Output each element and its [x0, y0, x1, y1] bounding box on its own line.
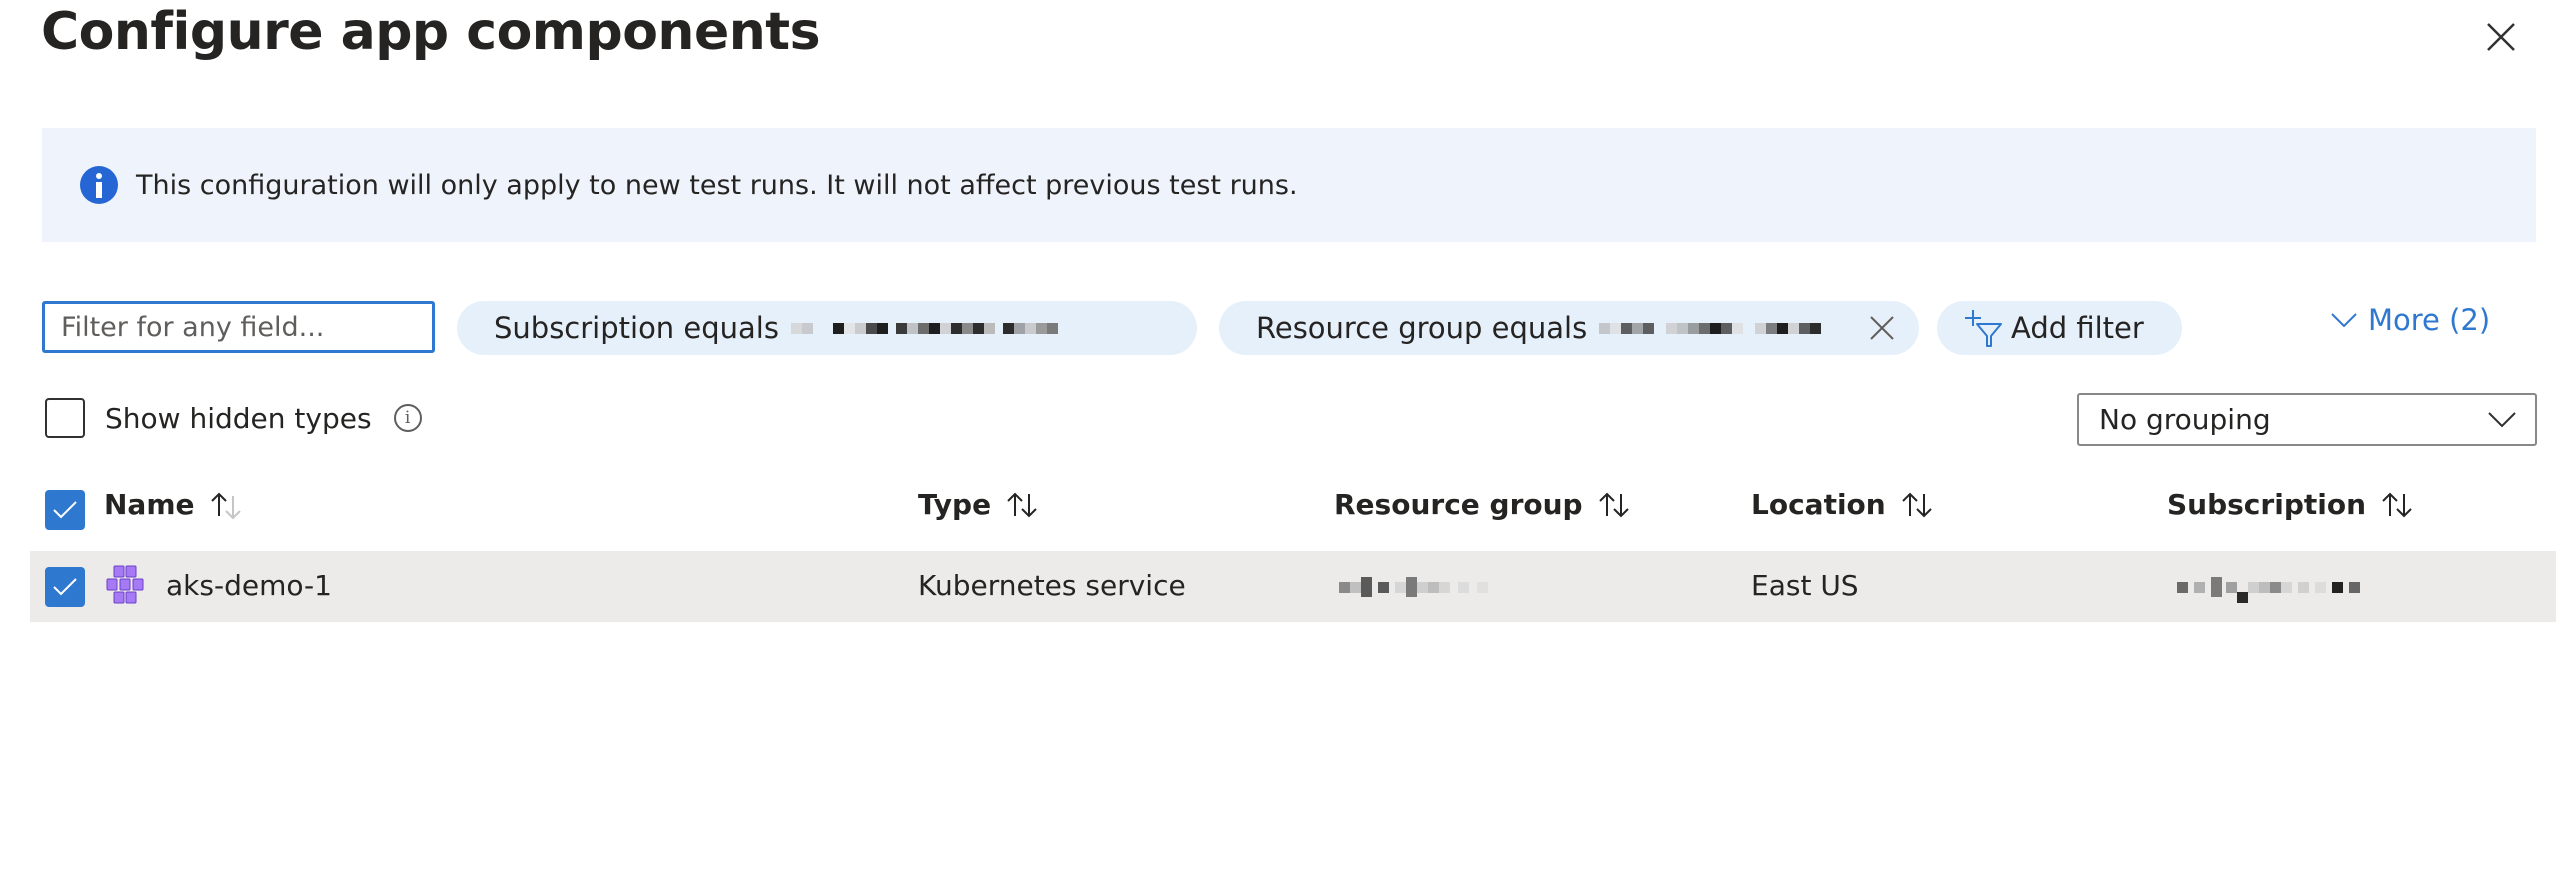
cell-resource-group-redacted — [1339, 577, 1488, 597]
info-circle-icon[interactable]: i — [393, 404, 422, 432]
more-filters-button[interactable]: More (2) — [2330, 303, 2490, 337]
select-all-checkbox[interactable] — [45, 490, 85, 530]
sort-ascending-icon — [209, 490, 245, 520]
row-checkbox[interactable] — [45, 567, 85, 607]
chevron-down-icon — [2488, 411, 2516, 427]
add-filter-button[interactable]: Add filter — [1937, 301, 2182, 355]
add-filter-label: Add filter — [2011, 311, 2144, 345]
column-header-location[interactable]: Location — [1751, 488, 1936, 521]
add-filter-icon — [1965, 310, 2002, 347]
show-hidden-types-label: Show hidden types — [105, 401, 372, 435]
column-header-label: Name — [104, 488, 195, 521]
column-header-type[interactable]: Type — [918, 488, 1041, 521]
kubernetes-service-icon — [106, 565, 144, 604]
sort-icon — [1597, 490, 1633, 520]
column-header-name[interactable]: Name — [104, 488, 245, 521]
column-header-label: Location — [1751, 488, 1886, 521]
close-icon — [2487, 23, 2515, 51]
show-hidden-types-option: Show hidden types i — [45, 398, 422, 438]
info-icon — [80, 166, 118, 204]
column-header-label: Subscription — [2167, 488, 2367, 521]
info-banner: This configuration will only apply to ne… — [42, 128, 2536, 242]
close-button[interactable] — [2484, 20, 2518, 54]
show-hidden-types-checkbox[interactable] — [45, 398, 85, 438]
sort-icon — [1900, 490, 1936, 520]
grouping-dropdown-value: No grouping — [2099, 403, 2271, 436]
cell-type: Kubernetes service — [918, 569, 1186, 602]
table-row[interactable]: aks-demo-1 Kubernetes service East US — [30, 551, 2556, 622]
dialog-title: Configure app components — [41, 2, 821, 62]
column-header-label: Type — [918, 488, 992, 521]
redacted-value — [790, 318, 1058, 338]
sort-icon — [1005, 490, 1041, 520]
filter-pill-subscription[interactable]: Subscription equals — [457, 301, 1197, 355]
checkmark-icon — [53, 578, 77, 596]
sort-icon — [2380, 490, 2416, 520]
more-filters-label: More (2) — [2368, 303, 2491, 337]
close-icon — [1870, 316, 1894, 340]
filter-pill-label: Resource group equals — [1256, 311, 1588, 345]
column-header-resource-group[interactable]: Resource group — [1334, 488, 1633, 521]
table-header-row: Name Type Resource group Location Subscr… — [0, 480, 2556, 540]
column-header-subscription[interactable]: Subscription — [2167, 488, 2416, 521]
grouping-dropdown[interactable]: No grouping — [2077, 393, 2537, 446]
filter-search-input[interactable] — [42, 301, 435, 353]
chevron-down-icon — [2331, 313, 2357, 328]
filter-pill-resource-group[interactable]: Resource group equals — [1219, 301, 1919, 355]
info-banner-text: This configuration will only apply to ne… — [136, 169, 1298, 201]
row-name-link[interactable]: aks-demo-1 — [166, 569, 332, 602]
redacted-value — [1599, 318, 1822, 338]
cell-name: aks-demo-1 — [104, 565, 332, 605]
filter-pill-label: Subscription equals — [494, 311, 779, 345]
remove-filter-button[interactable] — [1867, 313, 1897, 343]
cell-location: East US — [1751, 569, 1859, 602]
checkmark-icon — [53, 501, 77, 519]
cell-subscription-redacted — [2177, 577, 2360, 603]
column-header-label: Resource group — [1334, 488, 1583, 521]
